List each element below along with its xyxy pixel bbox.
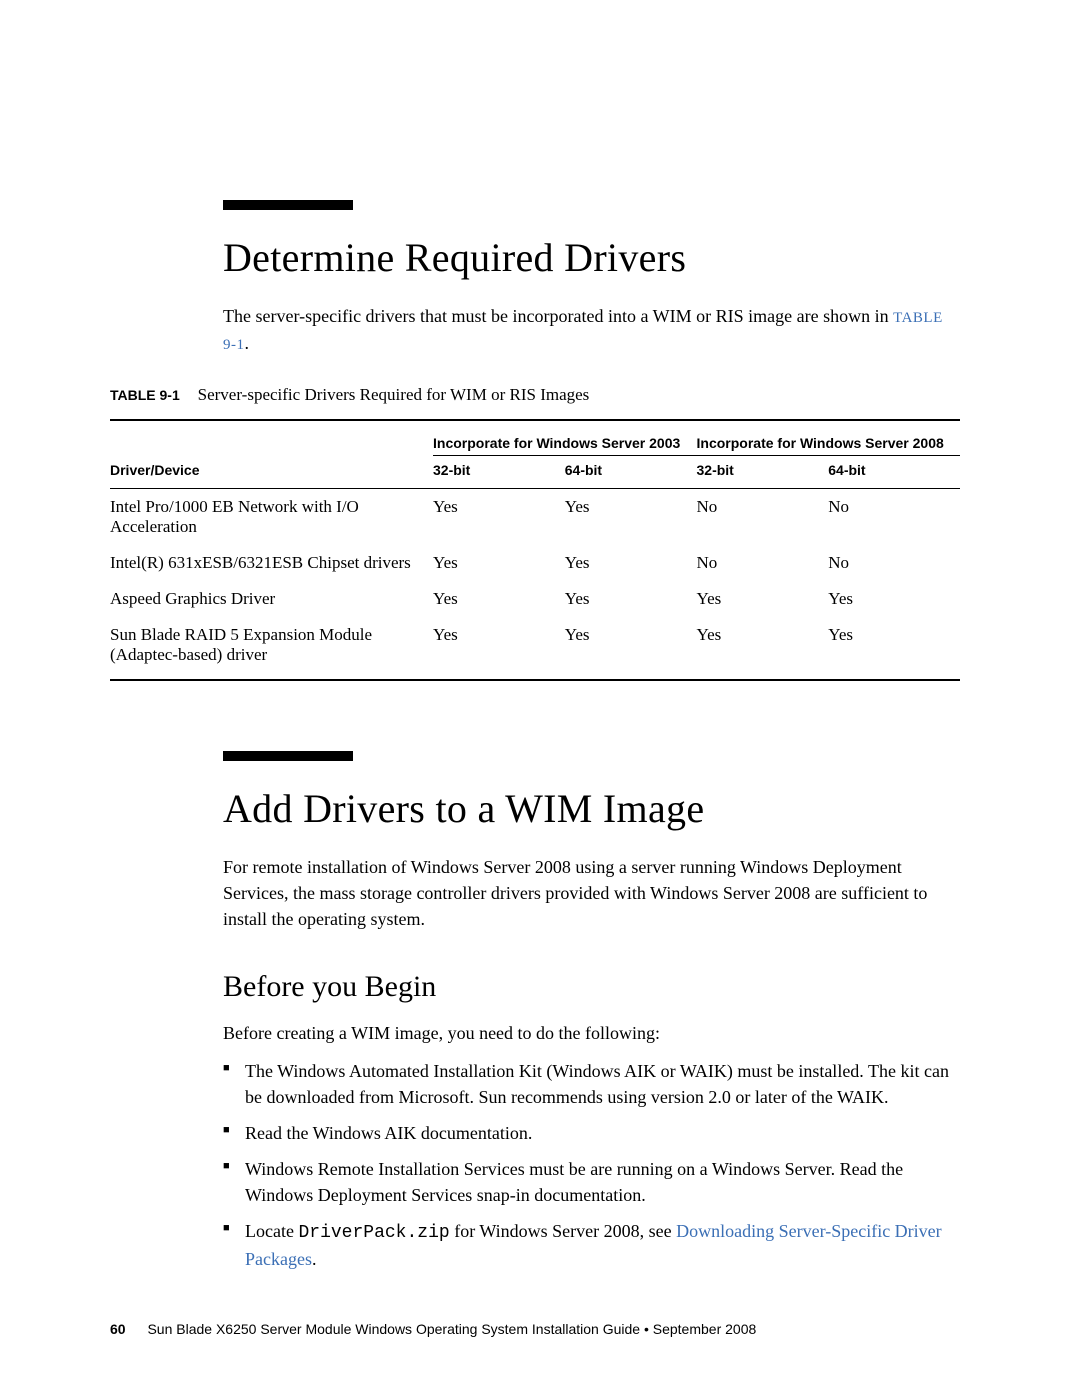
intro-paragraph-1: The server-specific drivers that must be… [223,303,960,357]
footer-title: Sun Blade X6250 Server Module Windows Op… [147,1321,756,1337]
page-footer: 60 Sun Blade X6250 Server Module Windows… [110,1321,960,1337]
heading-determine-drivers: Determine Required Drivers [223,234,960,281]
col-group-2008: Incorporate for Windows Server 2008 [697,420,961,456]
col-2008-64: 64-bit [828,455,960,488]
intro-paragraph-2: For remote installation of Windows Serve… [223,854,960,932]
list-item: Windows Remote Installation Services mus… [223,1156,960,1208]
b4-post: . [312,1249,317,1269]
section-rule [223,200,353,210]
list-item: Locate DriverPack.zip for Windows Server… [223,1218,960,1272]
cell-val: No [828,545,960,581]
col-2003-32: 32-bit [433,455,565,488]
heading-add-drivers-wim: Add Drivers to a WIM Image [223,785,960,832]
b4-mid: for Windows Server 2008, see [450,1221,676,1241]
section-rule [223,751,353,761]
table-row: Intel(R) 631xESB/6321ESB Chipset drivers… [110,545,960,581]
b4-code: DriverPack.zip [298,1223,449,1243]
cell-val: Yes [697,581,829,617]
intro-text-post: . [245,333,250,353]
table-row: Aspeed Graphics Driver Yes Yes Yes Yes [110,581,960,617]
sub-intro-text: Before creating a WIM image, you need to… [223,1020,960,1046]
cell-val: Yes [433,488,565,545]
table-row: Intel Pro/1000 EB Network with I/O Accel… [110,488,960,545]
table-caption-desc: Server-specific Drivers Required for WIM… [198,385,590,404]
col-2008-32: 32-bit [697,455,829,488]
cell-val: Yes [433,581,565,617]
list-item: Read the Windows AIK documentation. [223,1120,960,1146]
cell-val: Yes [697,617,829,680]
drivers-table: Incorporate for Windows Server 2003 Inco… [110,419,960,681]
cell-device: Intel Pro/1000 EB Network with I/O Accel… [110,488,433,545]
list-item: The Windows Automated Installation Kit (… [223,1058,960,1110]
cell-val: Yes [565,581,697,617]
cell-val: Yes [828,617,960,680]
cell-val: Yes [828,581,960,617]
cell-device: Aspeed Graphics Driver [110,581,433,617]
cell-val: No [697,545,829,581]
cell-device: Sun Blade RAID 5 Expansion Module (Adapt… [110,617,433,680]
cell-val: Yes [433,545,565,581]
cell-val: Yes [565,488,697,545]
bullet-list: The Windows Automated Installation Kit (… [223,1058,960,1273]
page-number: 60 [110,1321,126,1337]
cell-val: Yes [565,617,697,680]
table-row: Sun Blade RAID 5 Expansion Module (Adapt… [110,617,960,680]
table-caption-code: TABLE 9-1 [110,387,180,403]
col-driver-device: Driver/Device [110,455,433,488]
col-group-2003: Incorporate for Windows Server 2003 [433,420,697,456]
cell-val: Yes [433,617,565,680]
subheading-before-you-begin: Before you Begin [223,970,960,1004]
table-caption: TABLE 9-1 Server-specific Drivers Requir… [110,385,960,405]
cell-val: Yes [565,545,697,581]
cell-val: No [828,488,960,545]
col-2003-64: 64-bit [565,455,697,488]
cell-device: Intel(R) 631xESB/6321ESB Chipset drivers [110,545,433,581]
intro-text-pre: The server-specific drivers that must be… [223,306,893,326]
b4-pre: Locate [245,1221,298,1241]
cell-val: No [697,488,829,545]
